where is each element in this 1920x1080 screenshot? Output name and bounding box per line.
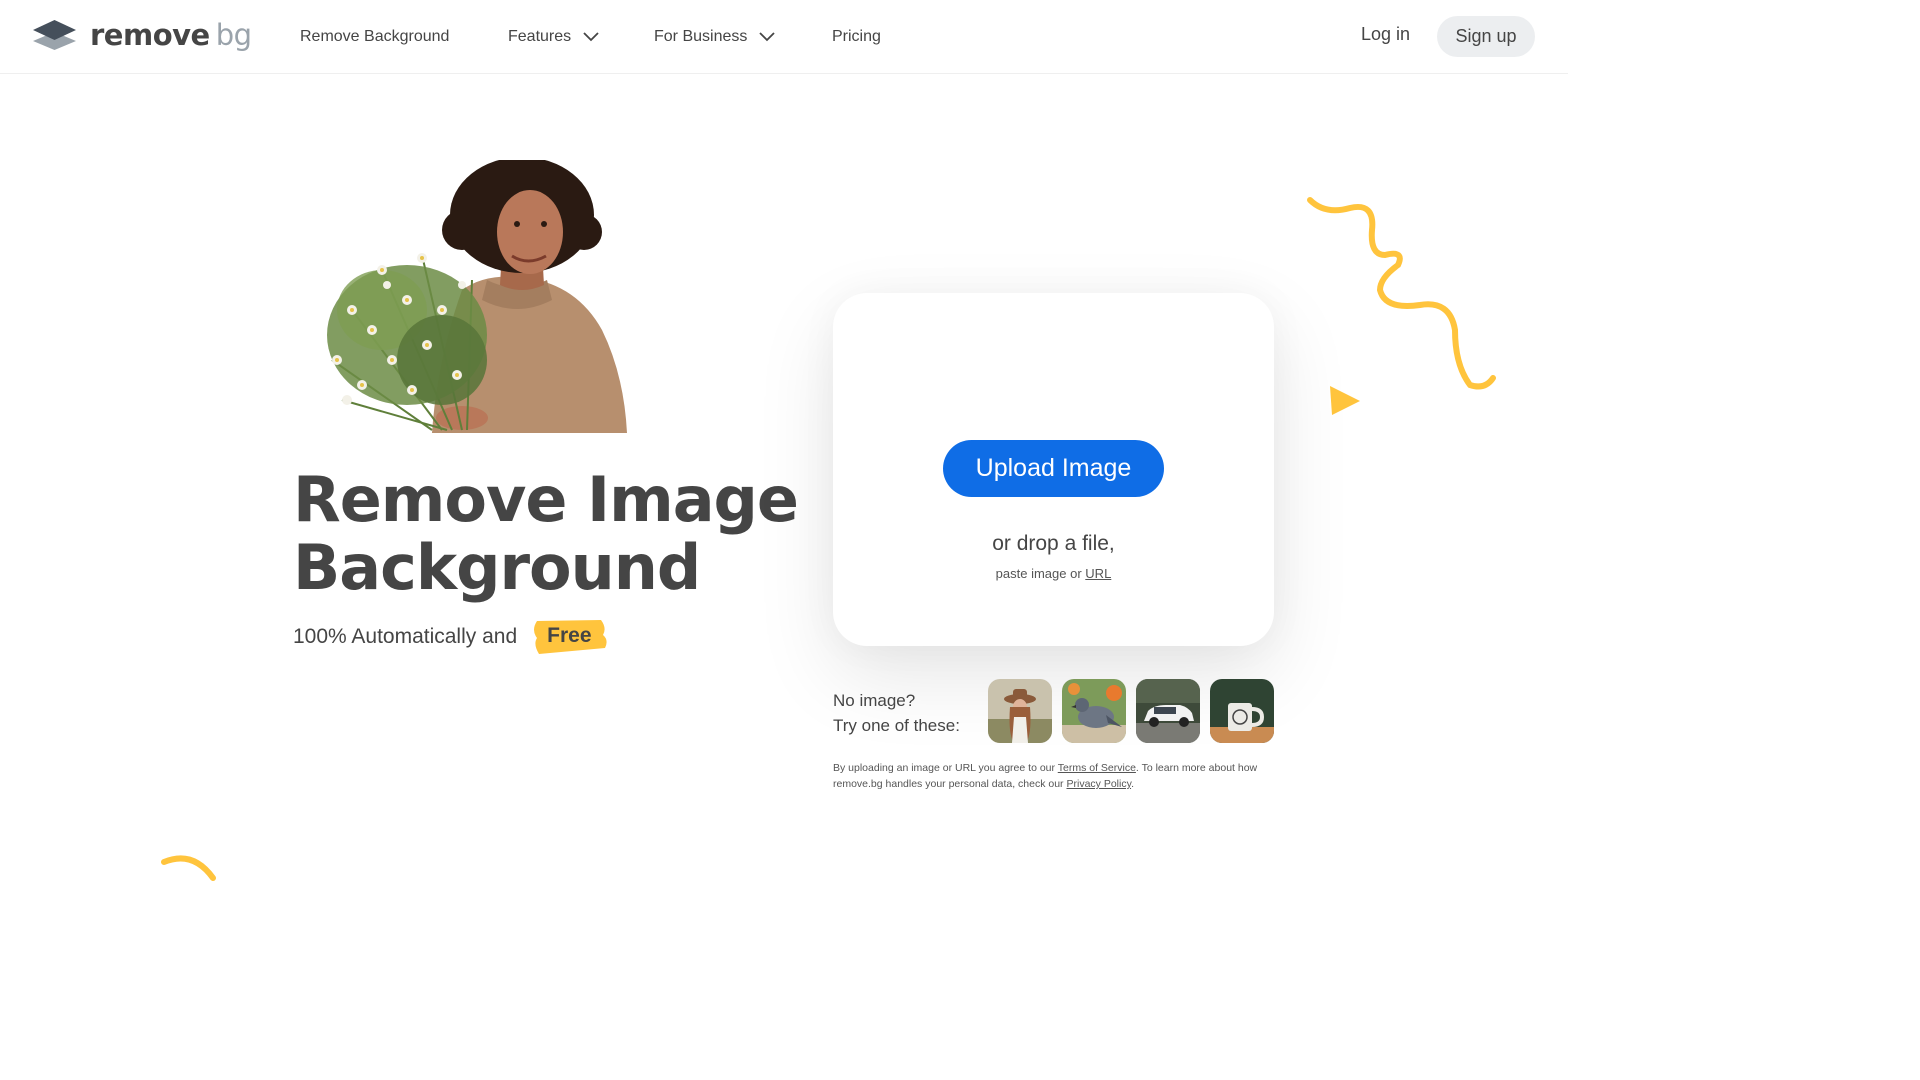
url-link[interactable]: URL: [1085, 566, 1111, 581]
sample-prompt-line1: No image?: [833, 691, 916, 710]
free-label: Free: [547, 624, 592, 647]
sample-thumbnail-car[interactable]: [1136, 679, 1200, 743]
coffee-mug-image: [1210, 679, 1274, 743]
hero-title: Remove Image Background: [293, 463, 799, 604]
login-link[interactable]: Log in: [1361, 24, 1410, 45]
woman-with-hat-image: [988, 679, 1052, 743]
sample-thumbnail-pigeon[interactable]: [1062, 679, 1126, 743]
drop-file-text: or drop a file,: [992, 532, 1115, 555]
paste-label: paste image or: [995, 566, 1082, 581]
nav-label: Remove Background: [300, 28, 450, 45]
yellow-squiggle-decoration-icon: [1307, 197, 1496, 390]
legal-text-part1: By uploading an image or URL you agree t…: [833, 762, 1055, 774]
upload-image-button[interactable]: Upload Image: [943, 440, 1164, 497]
nav-for-business[interactable]: For Business: [654, 24, 776, 50]
privacy-policy-link[interactable]: Privacy Policy: [1066, 778, 1131, 790]
hero-subtitle: 100% Automatically and Free: [293, 620, 608, 654]
hero-title-line2: Background: [293, 531, 701, 604]
nav-features[interactable]: Features: [508, 24, 599, 50]
terms-of-service-link[interactable]: Terms of Service: [1058, 762, 1136, 774]
yellow-arc-decoration-icon: [161, 855, 216, 881]
paste-url-text: paste image or URL: [833, 566, 1274, 581]
hero-woman-with-flowers-image: [327, 160, 627, 433]
hero-subtitle-text: 100% Automatically and: [293, 624, 518, 648]
legal-disclaimer: By uploading an image or URL you agree t…: [833, 760, 1283, 792]
chevron-down-icon: [583, 32, 599, 42]
sample-prompt-line2: Try one of these:: [833, 716, 960, 735]
signup-button[interactable]: Sign up: [1437, 16, 1535, 57]
hero-title-line1: Remove Image: [293, 463, 799, 536]
legal-text-part3: .: [1131, 778, 1134, 790]
nav-label: Features: [508, 28, 572, 45]
sample-images-prompt: No image? Try one of these:: [833, 688, 960, 738]
top-navigation-bar: remove bg Remove Background Features For …: [0, 0, 1568, 74]
removebg-logo[interactable]: remove bg: [32, 18, 252, 52]
nav-label: For Business: [654, 28, 748, 45]
sample-thumbnail-woman[interactable]: [988, 679, 1052, 743]
free-highlight-badge: Free: [531, 620, 607, 654]
logo-word-remove: remove: [90, 18, 210, 52]
nav-pricing[interactable]: Pricing: [832, 24, 881, 50]
logo-word-bg: bg: [215, 18, 252, 52]
layers-logo-icon: [33, 20, 76, 50]
nav-remove-background[interactable]: Remove Background: [300, 24, 449, 50]
nav-label: Pricing: [832, 28, 881, 45]
pigeon-image: [1062, 679, 1126, 743]
yellow-triangle-decoration-icon: [1330, 386, 1360, 415]
white-car-image: [1136, 679, 1200, 743]
sample-thumbnails: [988, 679, 1274, 743]
sample-thumbnail-mug[interactable]: [1210, 679, 1274, 743]
chevron-down-icon: [759, 32, 776, 42]
